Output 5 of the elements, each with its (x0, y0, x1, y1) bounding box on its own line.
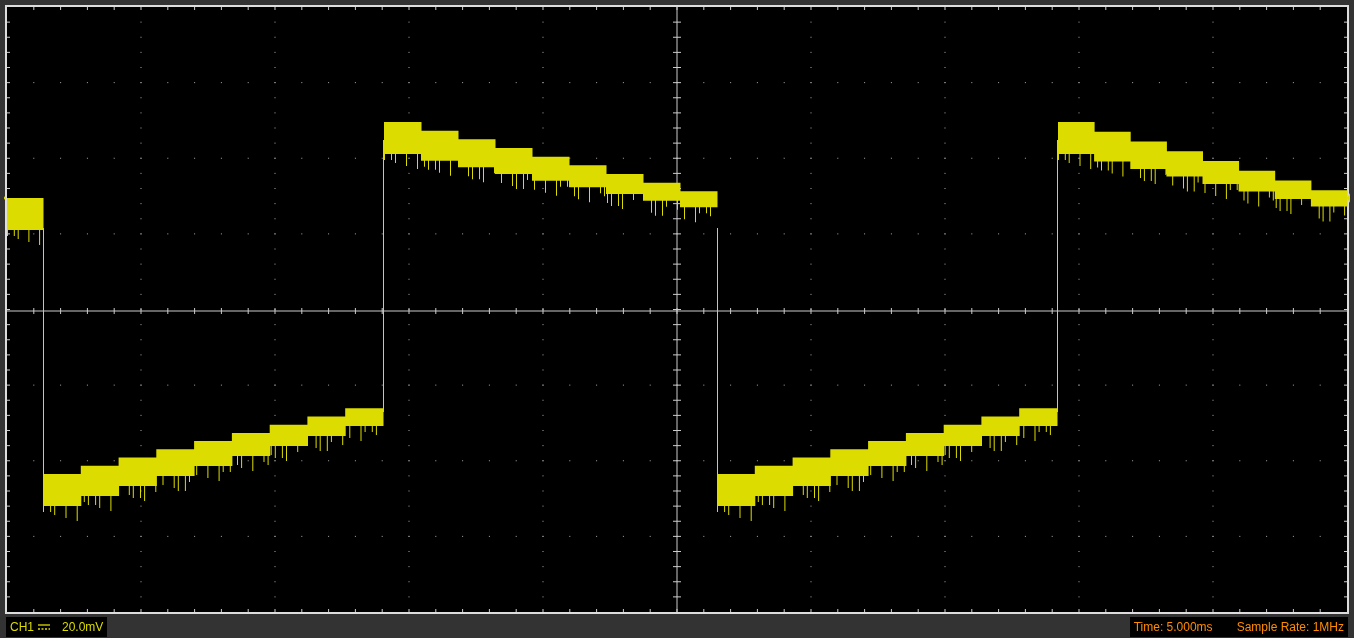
sample-rate: Sample Rate: 1MHz (1236, 619, 1344, 636)
time-per-division: Time: 5.000ms (1133, 619, 1213, 636)
channel-label: CH1 (10, 619, 34, 636)
dc-coupling-icon (38, 623, 50, 631)
volts-per-division: 20.0mV (62, 619, 104, 636)
